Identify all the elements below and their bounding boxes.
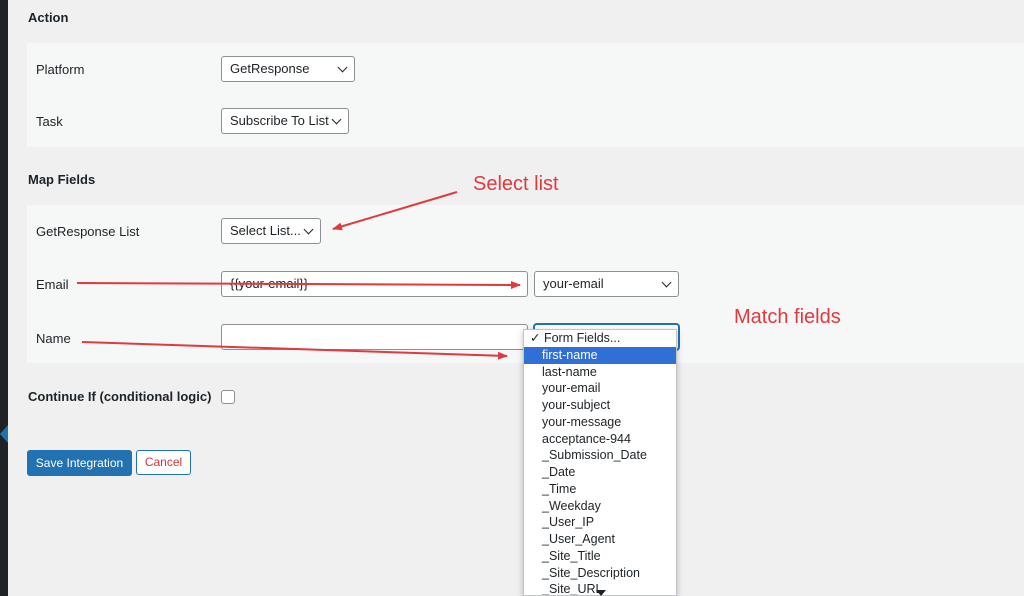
select-list-annotation: Select list: [473, 173, 559, 195]
match-fields-annotation: Match fields: [734, 306, 841, 328]
arrow-email-mapping: [76, 280, 521, 289]
arrow-to-list-select: [332, 191, 458, 231]
annotation-arrows: [76, 191, 521, 360]
arrow-name-mapping: [81, 341, 508, 360]
